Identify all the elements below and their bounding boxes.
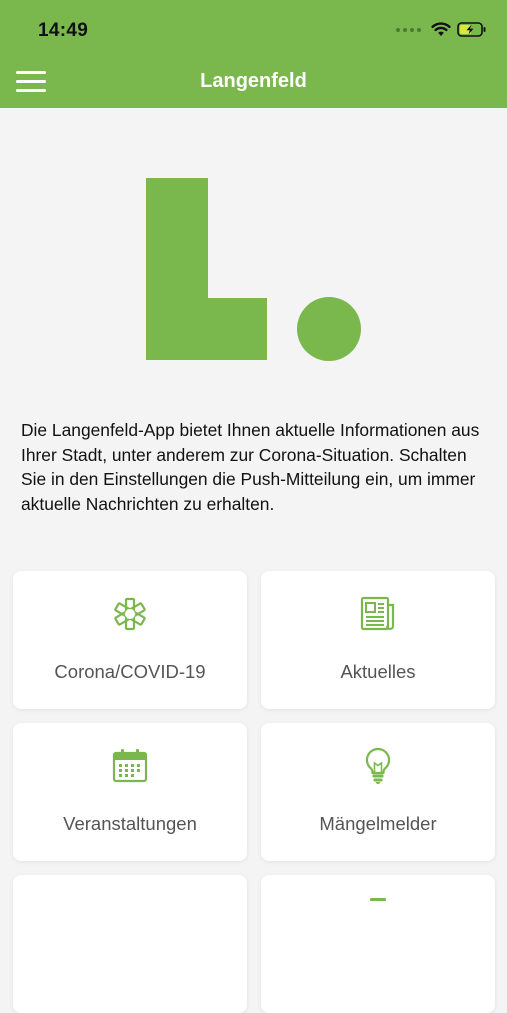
- tile-partial-right[interactable]: [261, 875, 495, 1013]
- tile-corona[interactable]: Corona/COVID-19: [13, 571, 247, 709]
- status-icons: [396, 22, 487, 37]
- page-title: Langenfeld: [200, 70, 307, 92]
- cellular-signal-icon: [396, 27, 421, 32]
- lightbulb-icon: [261, 747, 495, 785]
- tile-label: Aktuelles: [340, 661, 416, 682]
- status-time: 14:49: [38, 20, 89, 41]
- calendar-icon: [13, 747, 247, 785]
- tile-label: Veranstaltungen: [63, 813, 197, 834]
- tile-label: Corona/COVID-19: [54, 661, 206, 682]
- langenfeld-logo: [0, 108, 507, 398]
- intro-text: Die Langenfeld-App bietet Ihnen aktuelle…: [21, 420, 480, 514]
- tile-maengelmelder[interactable]: Mängelmelder: [261, 723, 495, 861]
- tile-partial-left[interactable]: [13, 875, 247, 1013]
- tile-aktuelles[interactable]: Aktuelles: [261, 571, 495, 709]
- newspaper-icon: [261, 595, 495, 633]
- navigation-bar: Langenfeld: [0, 58, 507, 108]
- asterisk-icon: [13, 595, 247, 633]
- battery-charging-icon: [457, 22, 486, 37]
- wifi-icon: [431, 22, 451, 36]
- status-bar: 14:49: [0, 0, 507, 58]
- tile-veranstaltungen[interactable]: Veranstaltungen: [13, 723, 247, 861]
- tile-label: Mängelmelder: [319, 813, 437, 834]
